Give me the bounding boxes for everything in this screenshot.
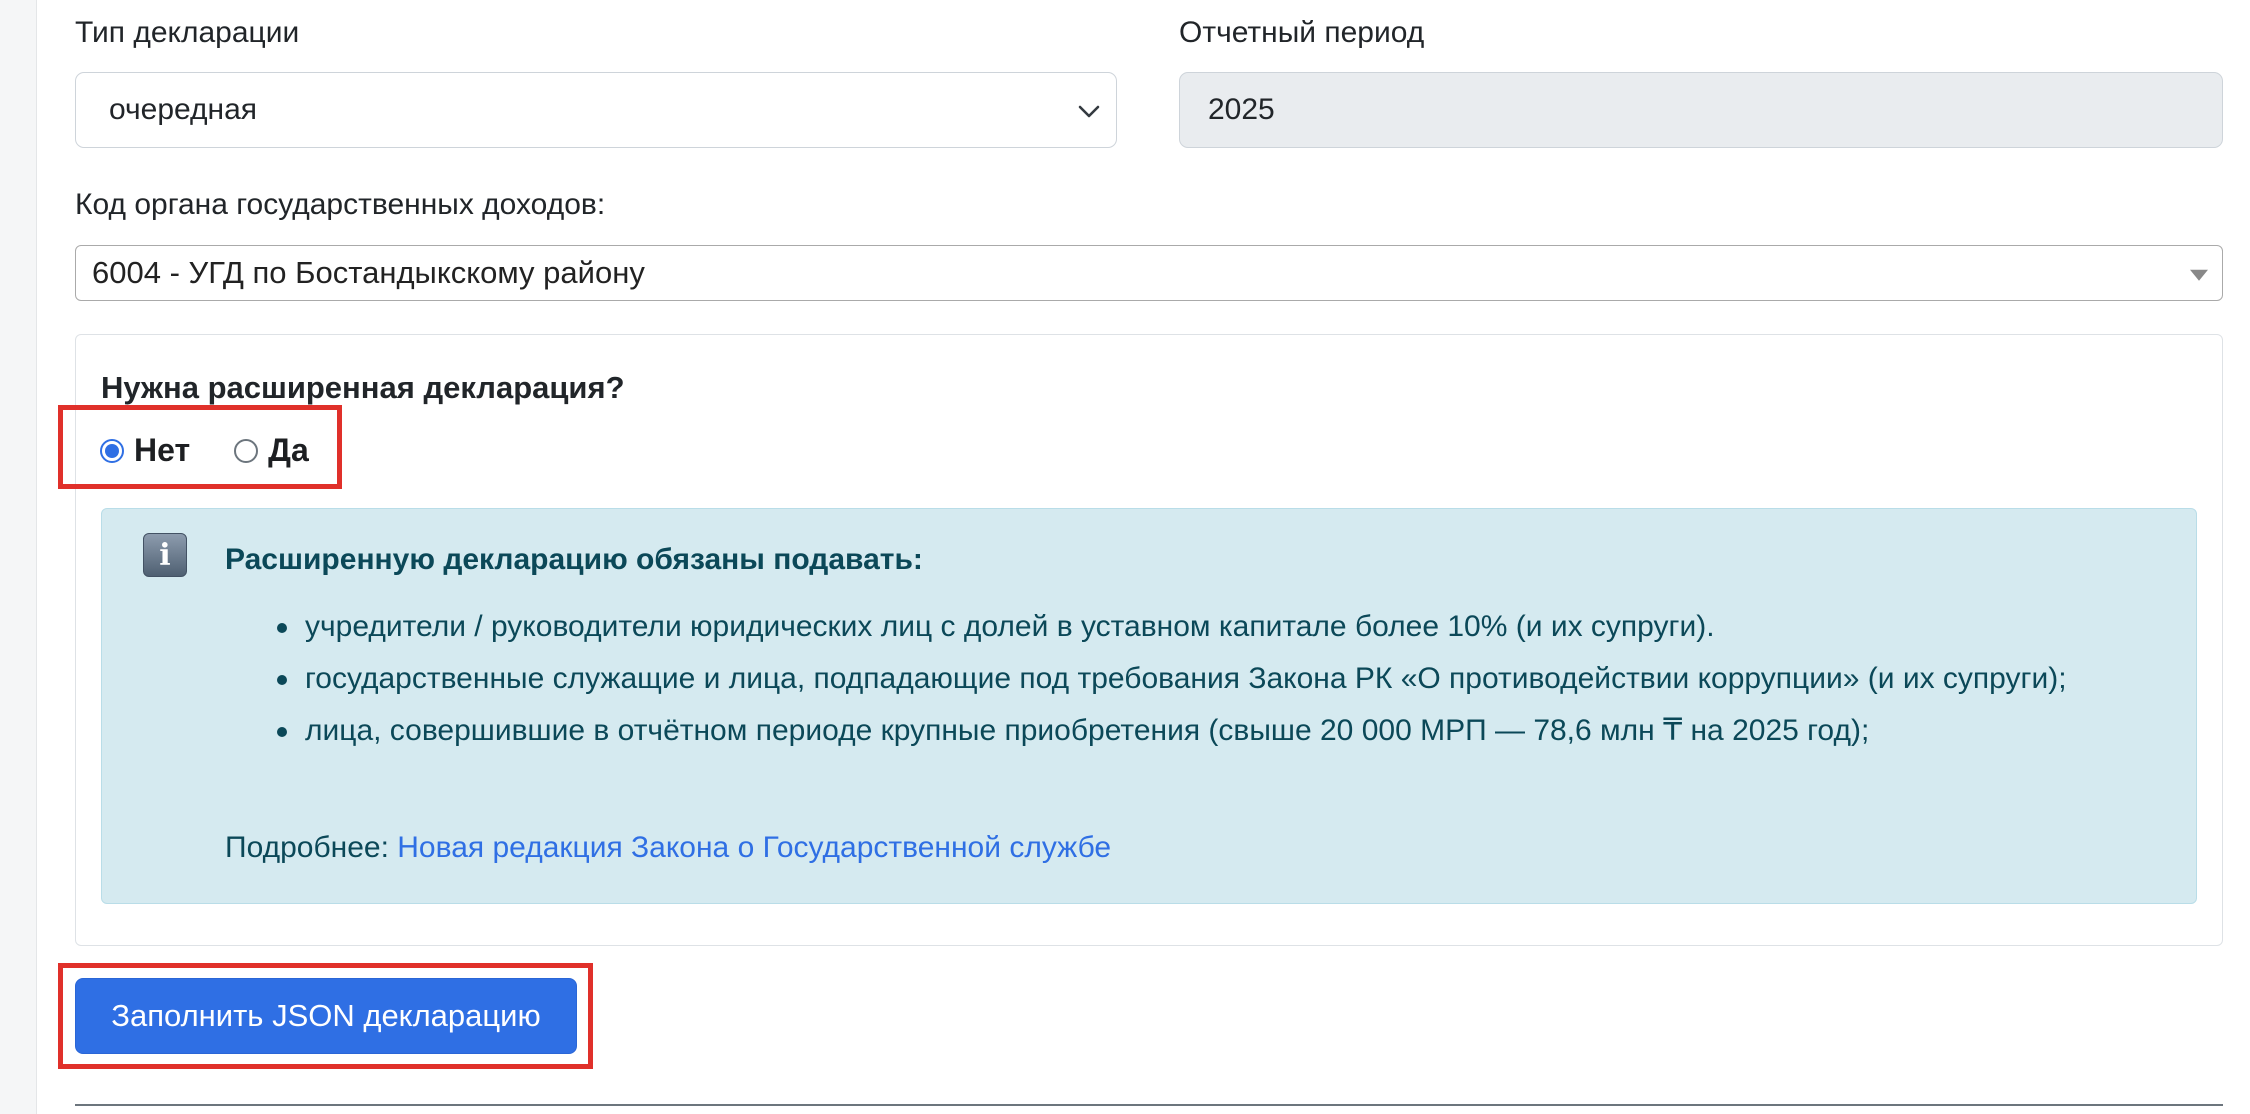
more-info-row: Подробнее: Новая редакция Закона о Госуд… xyxy=(225,831,1111,865)
tax-authority-label: Код органа государственных доходов: xyxy=(75,188,606,221)
fill-json-declaration-button[interactable]: Заполнить JSON декларацию xyxy=(75,978,577,1054)
reporting-period-field: 2025 xyxy=(1179,72,2223,148)
declaration-type-select[interactable]: очередная xyxy=(75,72,1117,148)
reporting-period-value: 2025 xyxy=(1208,93,1275,126)
alert-list: учредители / руководители юридических ли… xyxy=(277,601,2165,757)
divider xyxy=(75,1104,2223,1106)
list-item-text: учредители / руководители юридических ли… xyxy=(305,610,1715,643)
chevron-down-icon xyxy=(1078,93,1100,127)
left-rail xyxy=(0,0,37,1114)
list-item: учредители / руководители юридических ли… xyxy=(277,601,2165,653)
radio-yes-label: Да xyxy=(268,432,309,468)
extended-radio-group: Нет Да xyxy=(100,432,309,469)
info-icon: i xyxy=(143,533,187,577)
declaration-type-label: Тип декларации xyxy=(75,16,300,49)
bullet-icon xyxy=(277,727,287,737)
radio-option-yes[interactable]: Да xyxy=(234,432,309,469)
radio-yes-button[interactable] xyxy=(234,438,259,463)
list-item-text: лица, совершившие в отчётном периоде кру… xyxy=(305,714,1870,747)
radio-option-no[interactable]: Нет xyxy=(100,432,190,469)
more-info-label: Подробнее: xyxy=(225,831,389,864)
alert-title: Расширенную декларацию обязаны подавать: xyxy=(225,543,923,576)
list-item: государственные служащие и лица, подпада… xyxy=(277,653,2165,705)
radio-no-label: Нет xyxy=(134,432,191,468)
declaration-type-value: очередная xyxy=(109,93,258,126)
list-item-text: государственные служащие и лица, подпада… xyxy=(305,662,2067,695)
law-link[interactable]: Новая редакция Закона о Государственной … xyxy=(397,831,1111,864)
reporting-period-label: Отчетный период xyxy=(1179,16,1425,49)
info-alert: i Расширенную декларацию обязаны подават… xyxy=(101,508,2197,904)
list-item: лица, совершившие в отчётном периоде кру… xyxy=(277,705,2165,757)
bullet-icon xyxy=(277,675,287,685)
extended-question: Нужна расширенная декларация? xyxy=(101,370,625,405)
tax-authority-value: 6004 - УГД по Бостандыкскому району xyxy=(92,255,645,290)
caret-down-icon xyxy=(2190,269,2208,281)
radio-no-button[interactable] xyxy=(100,438,124,463)
tax-authority-select[interactable]: 6004 - УГД по Бостандыкскому району xyxy=(75,245,2223,301)
bullet-icon xyxy=(277,623,287,633)
